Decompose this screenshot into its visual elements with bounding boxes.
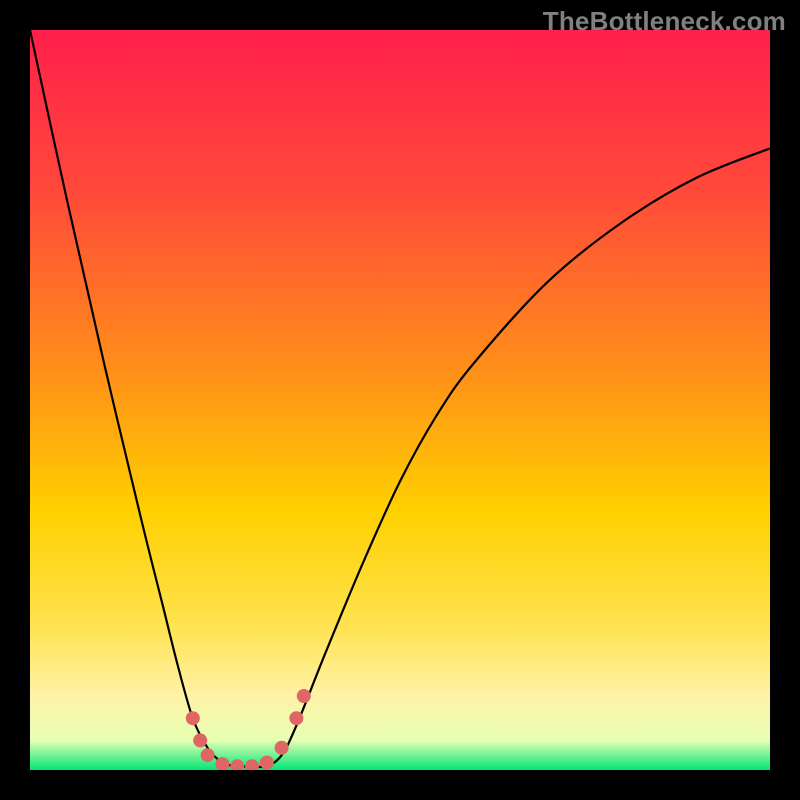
curve-marker xyxy=(260,756,274,770)
curve-marker xyxy=(289,711,303,725)
curve-marker xyxy=(193,733,207,747)
watermark-text: TheBottleneck.com xyxy=(543,6,786,37)
chart-svg xyxy=(30,30,770,770)
gradient-background xyxy=(30,30,770,770)
curve-marker xyxy=(297,689,311,703)
curve-marker xyxy=(275,741,289,755)
curve-marker xyxy=(186,711,200,725)
chart-frame: TheBottleneck.com xyxy=(0,0,800,800)
curve-marker xyxy=(201,748,215,762)
chart-plot-area xyxy=(30,30,770,770)
